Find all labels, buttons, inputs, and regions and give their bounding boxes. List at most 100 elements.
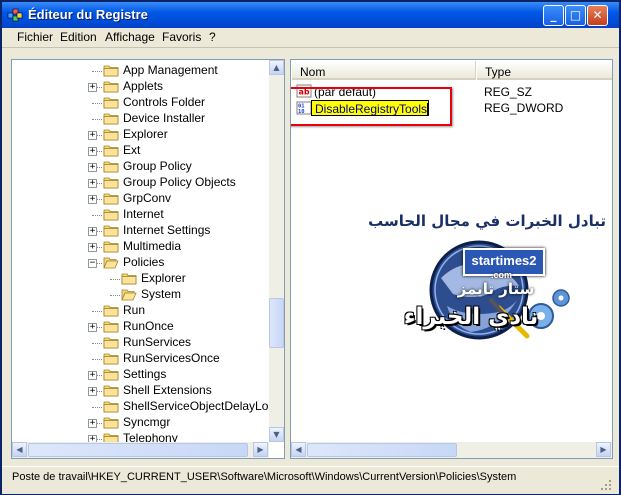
list-scroll-left-button[interactable]: ◀ (291, 442, 306, 457)
tree-connector (92, 71, 102, 72)
tree-item[interactable]: + Internet Settings (12, 223, 268, 239)
folder-icon (103, 81, 119, 93)
expand-toggle-icon[interactable]: + (88, 387, 97, 396)
minimize-button[interactable]: _ (543, 5, 564, 26)
tree-item-label: RunOnce (123, 319, 174, 333)
expand-toggle-icon[interactable]: + (88, 323, 97, 332)
status-path: Poste de travail\HKEY_CURRENT_USER\Softw… (12, 471, 517, 483)
tree-item[interactable]: Explorer (12, 271, 268, 287)
tree-item-label: Explorer (123, 127, 168, 141)
tree-item-label: Settings (123, 367, 167, 381)
tree-item[interactable]: Controls Folder (12, 95, 268, 111)
highlight-annotation (291, 87, 452, 126)
scroll-right-button[interactable]: ▶ (253, 442, 268, 457)
list-hscroll-thumb[interactable] (307, 443, 457, 457)
tree-item[interactable]: + Group Policy (12, 159, 268, 175)
expand-toggle-icon[interactable]: + (88, 419, 97, 428)
expand-toggle-icon[interactable]: + (88, 83, 97, 92)
scroll-up-button[interactable]: ▲ (269, 60, 284, 75)
maximize-button[interactable]: □ (565, 5, 586, 26)
tree-horizontal-scrollbar[interactable]: ◀ ▶ (12, 442, 269, 458)
list-horizontal-scrollbar[interactable]: ◀ ▶ (291, 442, 612, 458)
tree-item-label: Multimedia (123, 239, 182, 253)
list-scroll-right-button[interactable]: ▶ (596, 442, 611, 457)
tree-item-label: Applets (123, 79, 164, 93)
tree-item-label: RunServicesOnce (123, 351, 220, 365)
column-header-name[interactable]: Nom (292, 61, 476, 80)
title-bar[interactable]: Éditeur du Registre _ □ ✕ (2, 2, 619, 28)
menu-affichage[interactable]: Affichage (105, 30, 155, 44)
tree-item[interactable]: Internet (12, 207, 268, 223)
folder-icon (103, 369, 119, 381)
tree-item[interactable]: Run (12, 303, 268, 319)
regedit-icon (7, 8, 23, 22)
folder-icon (103, 209, 119, 221)
tree-item[interactable]: App Management (12, 63, 268, 79)
expand-toggle-icon[interactable]: + (88, 227, 97, 236)
expand-toggle-icon[interactable]: + (88, 163, 97, 172)
folder-icon (103, 305, 119, 317)
tree-item-label: RunServices (123, 335, 192, 349)
tree-item[interactable]: RunServices (12, 335, 268, 351)
tree-item[interactable]: + GrpConv (12, 191, 268, 207)
tree-item[interactable]: System (12, 287, 268, 303)
tree-item[interactable]: + Settings (12, 367, 268, 383)
tree-item[interactable]: + Group Policy Objects (12, 175, 268, 191)
menu-fichier[interactable]: Fichier (17, 30, 53, 44)
tree-item-label: Controls Folder (123, 95, 206, 109)
scroll-left-icon: ◀ (16, 445, 23, 454)
tree-item[interactable]: + Applets (12, 79, 268, 95)
status-bar: Poste de travail\HKEY_CURRENT_USER\Softw… (2, 466, 619, 494)
tree-connector (92, 103, 102, 104)
tree-item-label: Internet (123, 207, 164, 221)
expand-toggle-icon[interactable]: + (88, 147, 97, 156)
tree-item[interactable]: ShellServiceObjectDelayLoad (12, 399, 282, 415)
watermark-brand: ستار تايمز (457, 280, 535, 298)
tree-item[interactable]: RunServicesOnce (12, 351, 268, 367)
tree-item[interactable]: + Explorer (12, 127, 268, 143)
tree-item[interactable]: + Multimedia (12, 239, 268, 255)
tree-connector (92, 343, 102, 344)
tree-vertical-scrollbar[interactable]: ▲ ▼ (269, 60, 284, 442)
tree-item[interactable]: + Shell Extensions (12, 383, 268, 399)
expand-toggle-icon[interactable]: + (88, 131, 97, 140)
folder-icon (103, 161, 119, 173)
open-folder-icon (121, 289, 137, 301)
tree-scroll-thumb[interactable] (269, 298, 284, 348)
tree-item-label: Ext (123, 143, 141, 157)
scroll-left-button[interactable]: ◀ (12, 442, 27, 457)
watermark-club-name: نادي الخبراء (403, 304, 539, 330)
scroll-left-icon: ◀ (295, 445, 302, 454)
tree-item[interactable]: Device Installer (12, 111, 268, 127)
folder-icon (103, 337, 119, 349)
expand-toggle-icon[interactable]: + (88, 179, 97, 188)
menu-edition[interactable]: Edition (60, 30, 97, 44)
values-list-pane[interactable]: Nom Type ab (par défaut) REG_SZ 01 10 Di… (290, 59, 613, 459)
key-tree-pane[interactable]: App Management + Applets Controls Folder Dev… (11, 59, 285, 459)
window-title: Éditeur du Registre (28, 7, 148, 22)
scroll-down-button[interactable]: ▼ (269, 427, 284, 442)
tree-item[interactable]: + Syncmgr (12, 415, 268, 431)
tree-item[interactable]: + RunOnce (12, 319, 268, 335)
menu-favoris[interactable]: Favoris (162, 30, 201, 44)
scroll-right-icon: ▶ (600, 445, 607, 454)
expand-toggle-icon[interactable]: + (88, 195, 97, 204)
folder-icon (103, 97, 119, 109)
menu-help[interactable]: ? (209, 30, 216, 44)
expand-toggle-icon[interactable]: + (88, 243, 97, 252)
tree-item[interactable]: − Policies (12, 255, 268, 271)
tree-connector (110, 295, 120, 296)
close-button[interactable]: ✕ (587, 5, 608, 26)
tree-connector (92, 407, 102, 408)
collapse-toggle-icon[interactable]: − (88, 259, 97, 268)
tree-item[interactable]: + Ext (12, 143, 268, 159)
folder-icon (103, 225, 119, 237)
folder-icon (103, 417, 119, 429)
scroll-down-icon: ▼ (273, 430, 280, 439)
expand-toggle-icon[interactable]: + (88, 371, 97, 380)
resize-grip-icon[interactable] (600, 479, 612, 491)
tree-item-label: Group Policy (123, 159, 192, 173)
column-header-type[interactable]: Type (477, 61, 612, 80)
column-name-label: Nom (300, 65, 326, 79)
tree-hscroll-thumb[interactable] (28, 443, 248, 457)
